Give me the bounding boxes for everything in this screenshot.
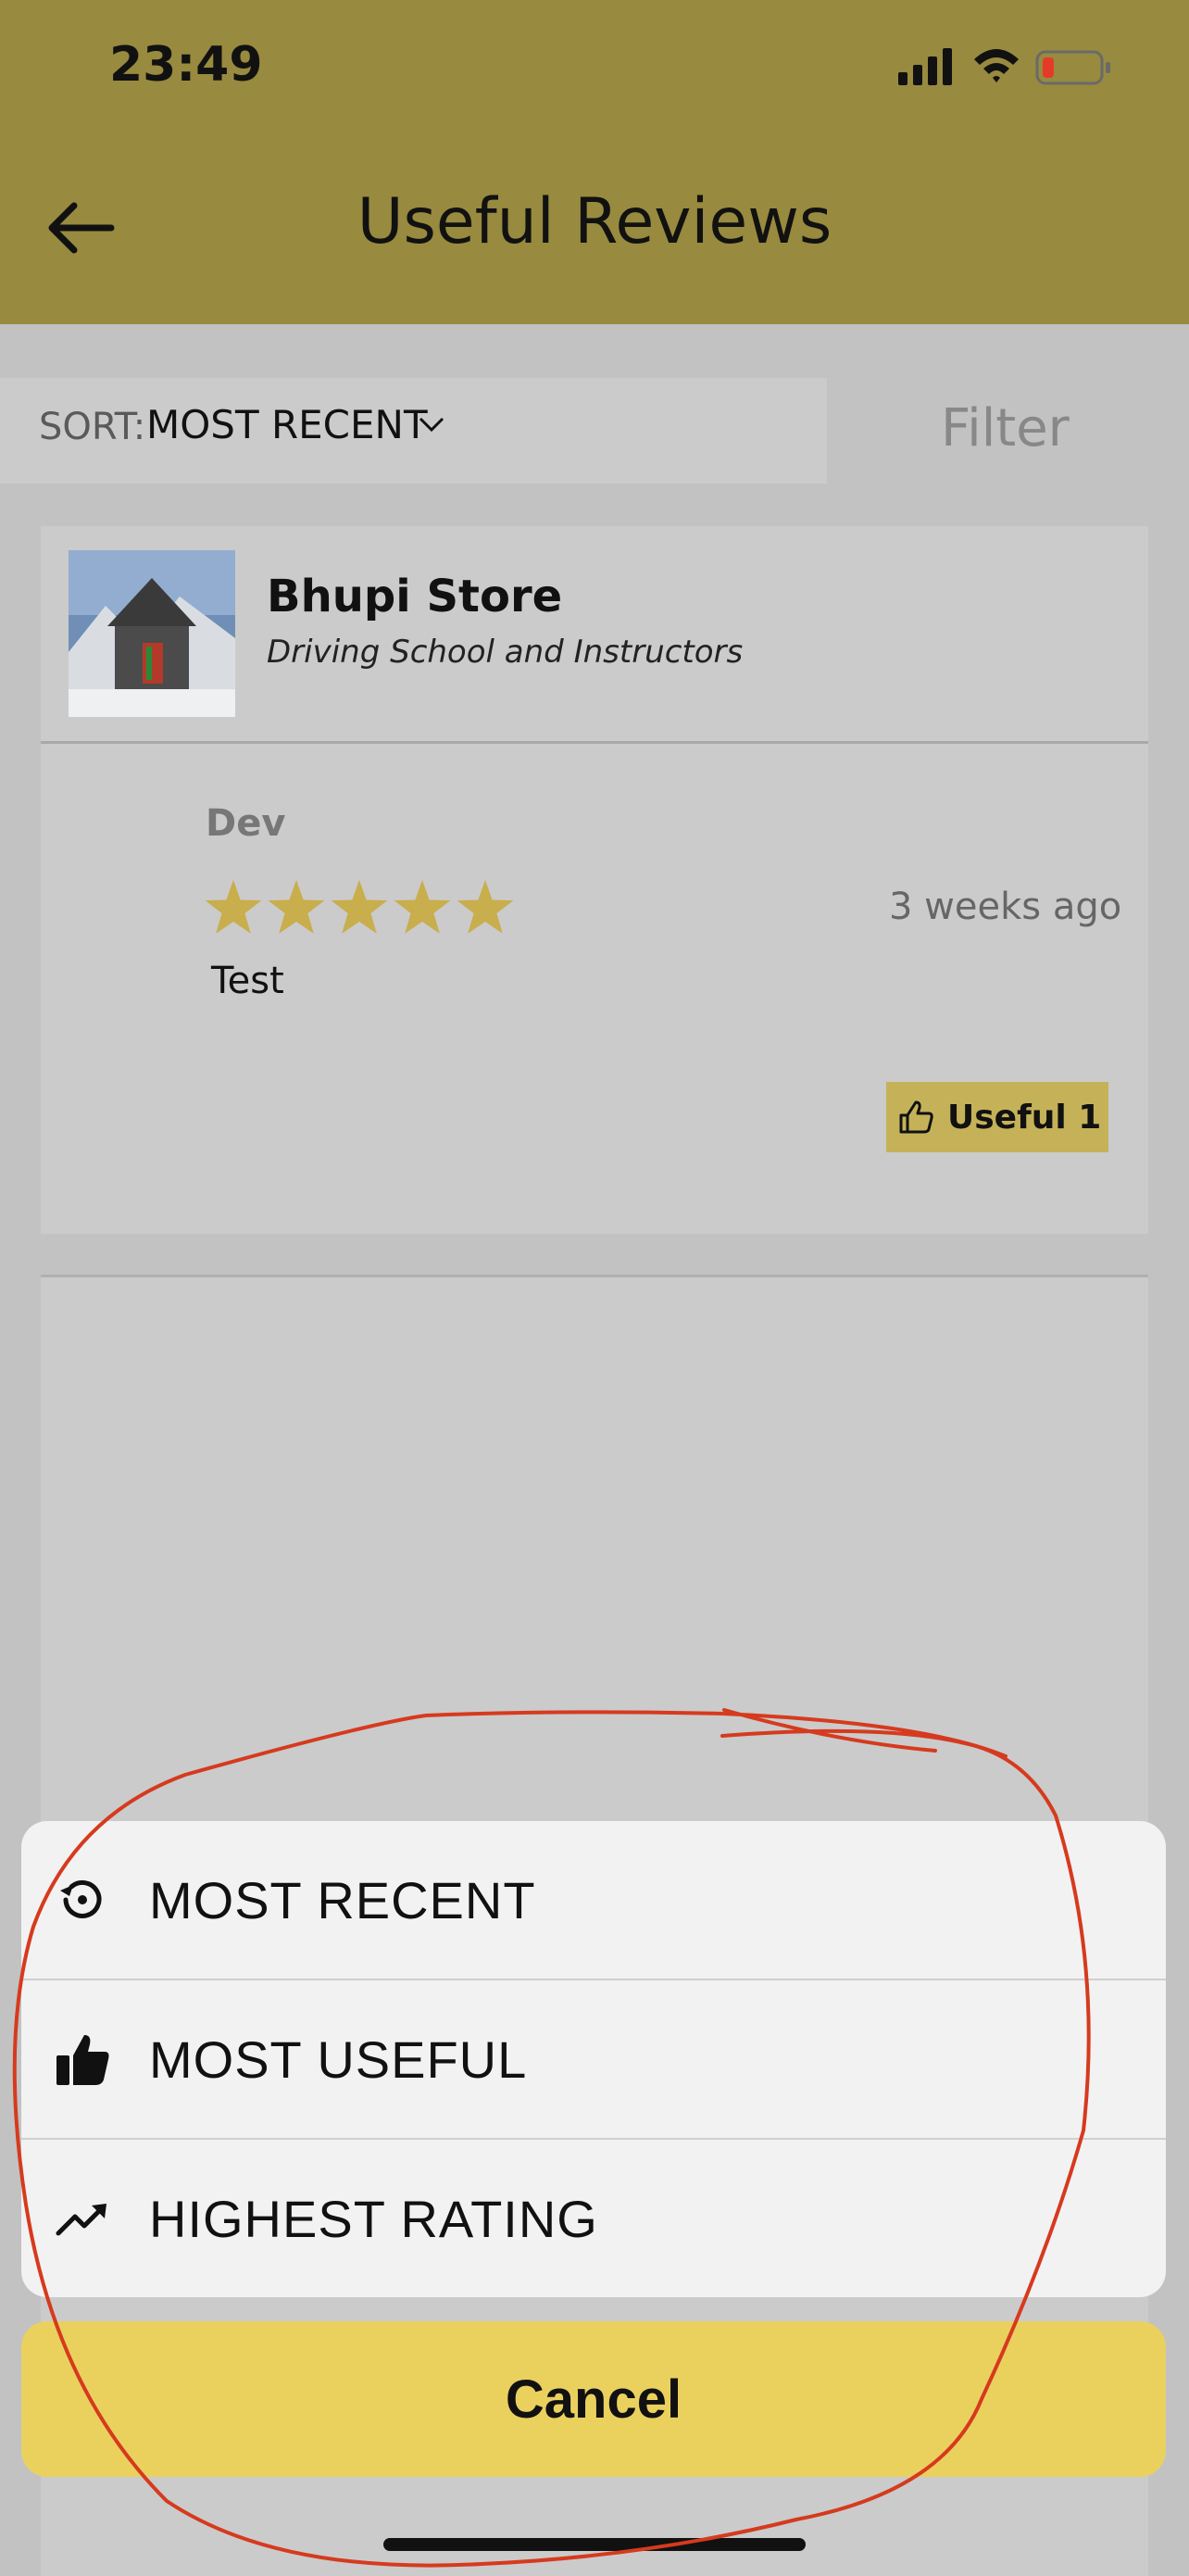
thumbs-up-outline-icon xyxy=(899,1100,933,1134)
option-label: MOST RECENT xyxy=(149,1870,536,1929)
wifi-icon xyxy=(974,49,1019,82)
star-icon xyxy=(268,880,325,934)
review-timestamp: 3 weeks ago xyxy=(889,886,1122,928)
sort-label: SORT: xyxy=(39,406,146,448)
useful-button[interactable]: Useful 1 xyxy=(886,1082,1108,1152)
cancel-label: Cancel xyxy=(505,2369,682,2430)
review-text: Test xyxy=(211,960,284,1002)
page-title: Useful Reviews xyxy=(357,185,832,258)
star-icon xyxy=(205,880,262,934)
cancel-button[interactable]: Cancel xyxy=(21,2321,1166,2477)
sort-option-highest-rating[interactable]: HIGHEST RATING xyxy=(21,2140,1166,2297)
battery-low-icon xyxy=(1035,50,1110,85)
sort-option-most-useful[interactable]: MOST USEFUL xyxy=(21,1980,1166,2138)
star-rating xyxy=(205,880,514,934)
filter-button[interactable]: Filter xyxy=(941,398,1070,459)
home-indicator xyxy=(383,2538,806,2551)
star-icon xyxy=(331,880,388,934)
signal-icon xyxy=(898,48,952,85)
chevron-down-icon xyxy=(419,417,444,433)
option-label: MOST USEFUL xyxy=(149,2029,528,2089)
sort-action-sheet: MOST RECENT MOST USEFUL HIGHEST RATING xyxy=(21,1821,1166,2297)
star-icon xyxy=(457,880,514,934)
history-icon xyxy=(53,1870,112,1929)
sort-value: MOST RECENT xyxy=(146,402,428,447)
reviewer-name: Dev xyxy=(206,802,286,845)
trending-up-icon xyxy=(53,2189,112,2248)
business-name: Bhupi Store xyxy=(267,571,563,622)
business-category: Driving School and Instructors xyxy=(267,634,744,671)
thumbs-up-icon xyxy=(53,2029,112,2089)
star-icon xyxy=(394,880,451,934)
option-label: HIGHEST RATING xyxy=(149,2189,598,2248)
business-thumbnail xyxy=(69,550,235,717)
useful-count: Useful 1 xyxy=(947,1098,1102,1137)
status-time: 23:49 xyxy=(109,37,263,93)
sort-option-most-recent[interactable]: MOST RECENT xyxy=(21,1821,1166,1979)
